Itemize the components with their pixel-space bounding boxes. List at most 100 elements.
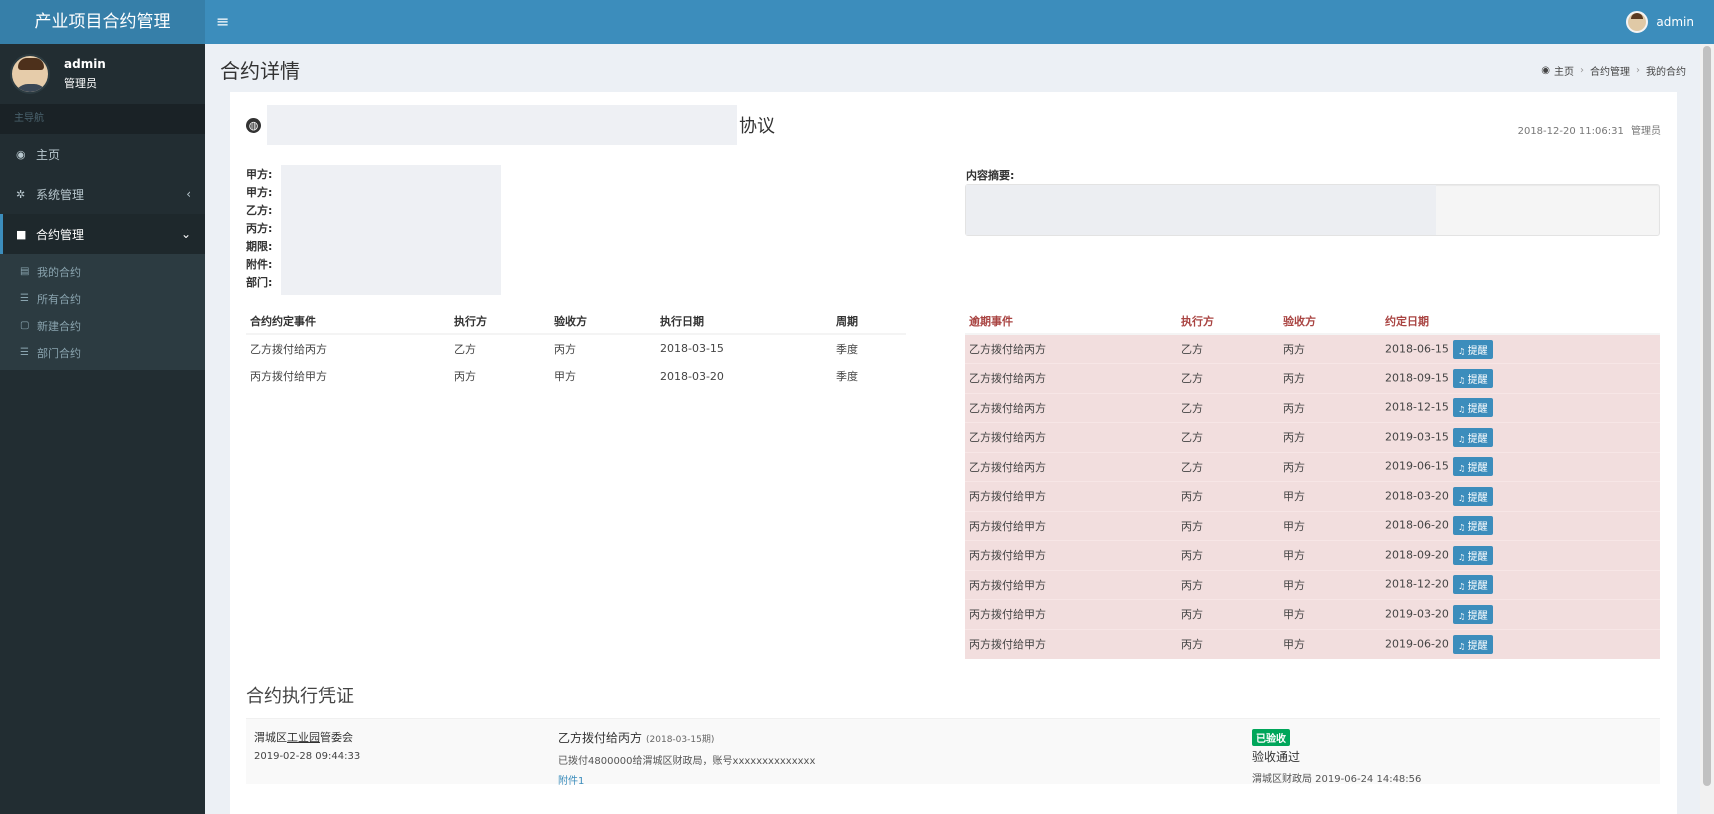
remind-button[interactable]: ♫ 提醒 (1452, 486, 1493, 506)
list-icon: ☰ (20, 347, 29, 358)
voucher-description: 已拨付4800000给渭城区财政局，账号xxxxxxxxxxxxxx (558, 756, 816, 767)
contract-detail-box: ◍ 协议 2018-12-20 11:06:31 管理员 甲方: 甲方: 乙方:… (230, 92, 1677, 814)
column-header: 验收方 (1279, 308, 1381, 335)
remind-button[interactable]: ♫ 提醒 (1452, 634, 1493, 654)
table-cell: 丙方 (1279, 422, 1381, 452)
table-row: 乙方拨付给丙方 乙方 丙方 2018-12-15 ♫ 提醒 (965, 392, 1660, 423)
table-cell: 丙方 (1177, 569, 1279, 600)
department-label: 部门: (246, 276, 273, 289)
redacted-block (966, 185, 1436, 235)
cell-text: 丙方 (1283, 431, 1305, 445)
table-cell: 2018-12-20 ♫ 提醒 (1381, 569, 1660, 600)
sidebar-subitem-label: 新建合约 (37, 319, 81, 333)
table-cell: 丙方 (454, 370, 476, 383)
breadcrumb-separator: › (1580, 65, 1584, 76)
contract-date: 2018-12-20 11:06:31 (1517, 126, 1624, 137)
table-row: 丙方拨付给甲方 丙方 甲方 2018-03-20 季度 (246, 362, 906, 390)
cell-text: 2019-03-20 (1385, 607, 1449, 621)
contract-title-text: 协议 (739, 116, 775, 137)
contract-meta: 2018-12-20 11:06:31 管理员 (1518, 122, 1661, 137)
breadcrumb-separator: › (1636, 65, 1640, 76)
table-cell: 丙方 (1279, 363, 1381, 393)
bell-icon: ♫ (1457, 523, 1468, 533)
remind-button[interactable]: ♫ 提醒 (1452, 368, 1493, 388)
voucher-period: (2018-03-15期) (646, 735, 715, 745)
cell-text: 丙方拨付给甲方 (969, 549, 1046, 563)
breadcrumb-home[interactable]: 主页 (1554, 63, 1574, 78)
voucher-attachment-link[interactable]: 附件1 (558, 772, 815, 787)
sidebar-subitem-all-contracts[interactable]: ☰ 所有合约 (0, 285, 205, 312)
column-header: 验收方 (550, 308, 656, 335)
table-cell: 2018-03-15 (660, 342, 724, 355)
table-cell: 丙方 (1279, 451, 1381, 482)
table-cell: 2018-09-15 ♫ 提醒 (1381, 363, 1660, 393)
remind-button[interactable]: ♫ 提醒 (1452, 398, 1493, 418)
bell-icon: ♫ (1457, 434, 1468, 444)
remind-button[interactable]: ♫ 提醒 (1452, 604, 1493, 624)
hamburger-icon[interactable]: ≡ (216, 0, 229, 44)
cell-text: 丙方拨付给甲方 (969, 608, 1046, 622)
table-cell: 甲方 (1279, 628, 1381, 659)
page-scrollbar[interactable] (1700, 44, 1714, 814)
user-avatar (1626, 11, 1649, 33)
table-row: 丙方拨付给甲方 丙方 甲方 2018-09-20 ♫ 提醒 (965, 540, 1660, 570)
cell-text: 乙方拨付给丙方 (969, 343, 1046, 356)
top-user-menu[interactable]: admin (1626, 0, 1694, 44)
remind-button[interactable]: ♫ 提醒 (1452, 457, 1493, 477)
column-header: 周期 (832, 308, 906, 335)
table-row: 乙方拨付给丙方 乙方 丙方 2018-03-15 季度 (246, 334, 906, 362)
cell-text: 乙方 (1181, 401, 1203, 415)
org-underlined: 工业园 (287, 731, 320, 744)
sidebar-subitem-dept-contracts[interactable]: ☰ 部门合约 (0, 339, 205, 366)
bell-icon: ♫ (1457, 552, 1468, 562)
cell-text: 丙方 (1181, 549, 1203, 563)
remind-label: 提醒 (1467, 492, 1488, 504)
remind-label: 提醒 (1467, 374, 1488, 386)
bell-icon: ♫ (1457, 641, 1468, 651)
remind-button[interactable]: ♫ 提醒 (1452, 575, 1493, 595)
redacted-block (281, 165, 501, 295)
remind-button[interactable]: ♫ 提醒 (1452, 545, 1493, 565)
sidebar-subitem-new-contract[interactable]: ▢ 新建合约 (0, 312, 205, 339)
top-navbar: 产业项目合约管理 ≡ admin (0, 0, 1714, 44)
contract-author: 管理员 (1631, 126, 1661, 137)
table-row: 丙方拨付给甲方 丙方 甲方 2019-06-20 ♫ 提醒 (965, 628, 1660, 659)
sidebar-user-role: 管理员 (64, 77, 97, 90)
sidebar-item-system[interactable]: ✲ 系统管理 ‹ (0, 174, 205, 214)
voucher-status: 验收通过 (1252, 750, 1301, 764)
avatar (10, 54, 50, 94)
table-cell: 乙方拨付给丙方 (250, 342, 327, 356)
sidebar-item-contracts[interactable]: ■ 合约管理 ⌄ (0, 214, 205, 254)
remind-label: 提醒 (1467, 433, 1488, 445)
sidebar-subitem-label: 我的合约 (37, 265, 81, 279)
breadcrumb-contracts[interactable]: 合约管理 (1590, 63, 1630, 78)
voucher-event: 乙方拨付给丙方 (2018-03-15期) (558, 729, 815, 746)
table-cell: 丙方 (1177, 510, 1279, 541)
table-cell: 丙方 (1279, 333, 1381, 364)
sidebar-item-label: 系统管理 (36, 187, 85, 202)
table-cell: 2019-06-20 ♫ 提醒 (1381, 628, 1660, 659)
voucher-submitted-time: 2019-02-28 09:44:33 (254, 751, 361, 762)
sidebar-item-home[interactable]: ◉ 主页 (0, 134, 205, 174)
bell-icon: ♫ (1457, 375, 1468, 385)
app-logo[interactable]: 产业项目合约管理 (0, 0, 205, 44)
scrollbar-thumb[interactable] (1703, 46, 1711, 786)
cell-text: 丙方拨付给甲方 (969, 578, 1046, 592)
cell-text: 丙方拨付给甲方 (969, 490, 1046, 504)
cell-text: 2018-09-15 (1385, 371, 1449, 385)
column-header: 执行方 (450, 308, 550, 335)
page-title: 合约详情 (220, 59, 300, 83)
cell-text: 2018-03-20 (1385, 489, 1449, 503)
remind-button[interactable]: ♫ 提醒 (1452, 516, 1493, 536)
remind-button[interactable]: ♫ 提醒 (1452, 427, 1493, 447)
cell-text: 丙方 (1181, 638, 1203, 651)
sidebar-subitem-my-contracts[interactable]: ▤ 我的合约 (0, 258, 205, 285)
summary-label: 内容摘要: (966, 169, 1015, 182)
table-cell: 乙方拨付给丙方 (965, 363, 1177, 393)
contract-title: ◍ 协议 (246, 105, 775, 145)
cell-text: 乙方 (1181, 343, 1203, 356)
remind-button[interactable]: ♫ 提醒 (1452, 339, 1493, 359)
party-label: 丙方: (246, 222, 273, 235)
table-cell: 甲方 (1279, 540, 1381, 570)
party-list: 甲方: 甲方: 乙方: 丙方: 期限: 附件: 部门: (246, 166, 272, 292)
